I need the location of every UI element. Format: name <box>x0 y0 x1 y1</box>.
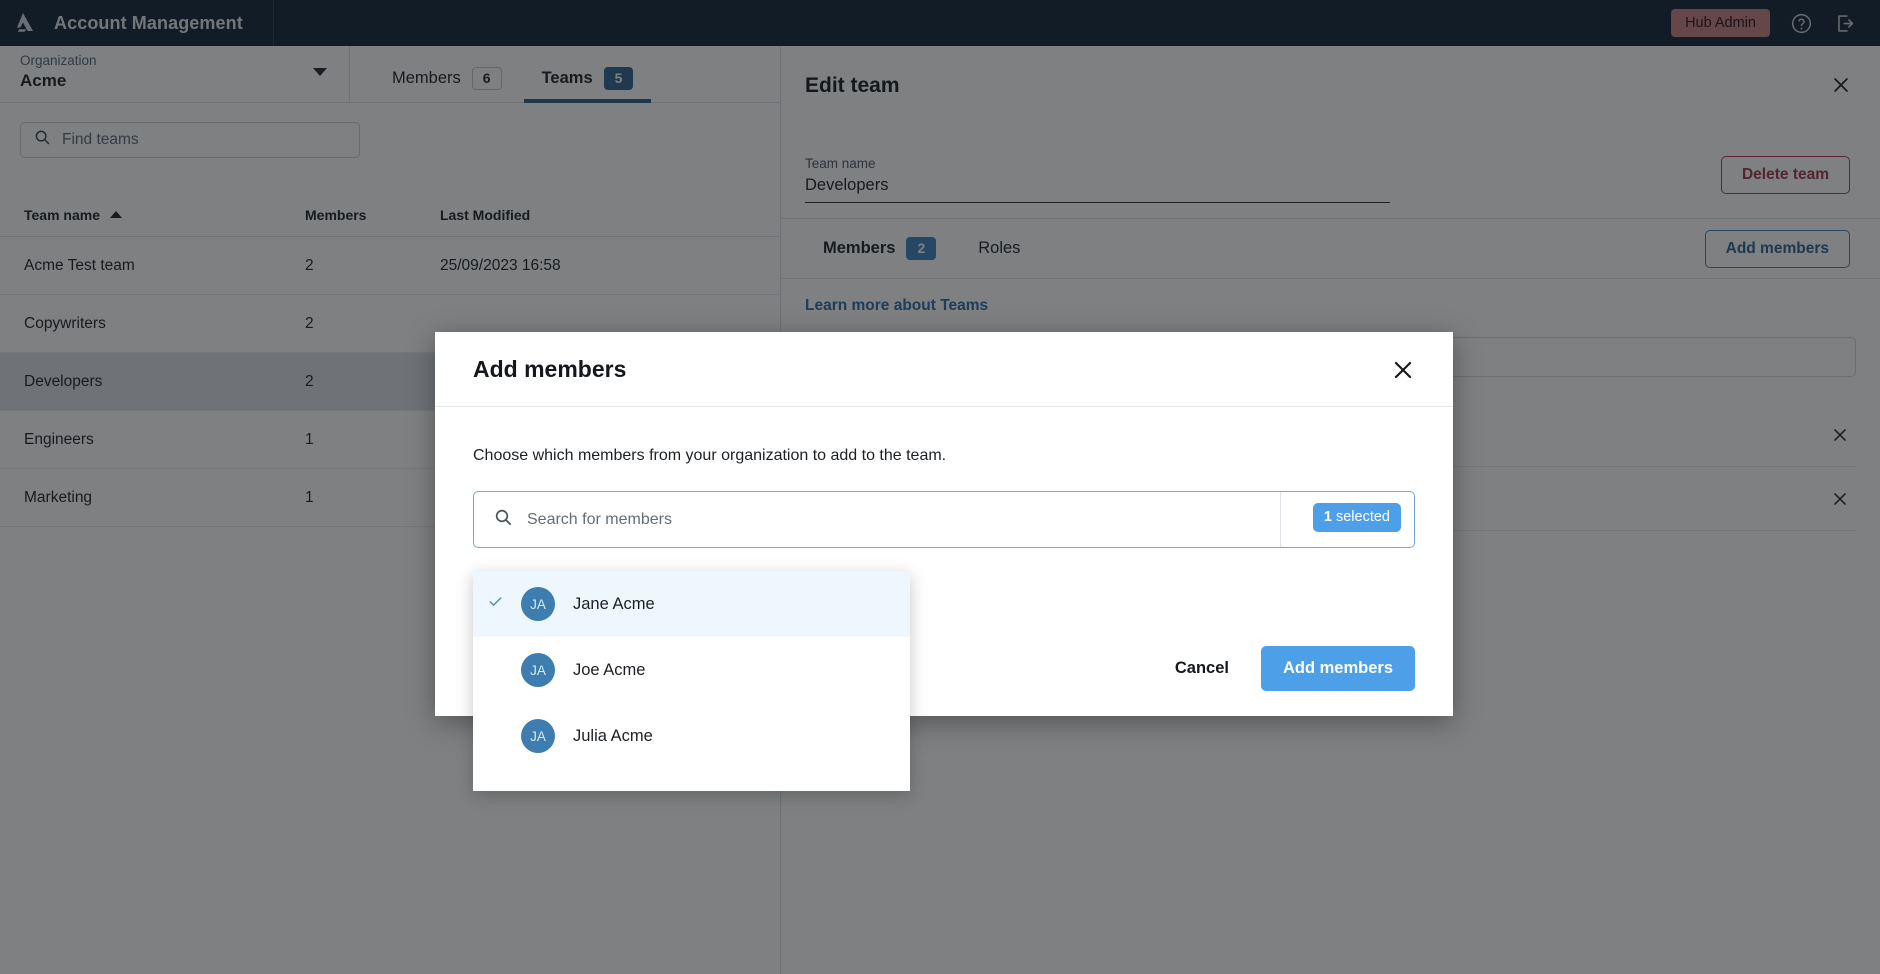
close-icon[interactable] <box>1389 356 1417 384</box>
add-members-submit-button[interactable]: Add members <box>1260 645 1415 691</box>
selected-count-suffix: selected <box>1335 509 1390 525</box>
list-item[interactable]: JA Joe Acme <box>473 637 910 703</box>
member-suggestions-dropdown: JA Jane Acme JA Joe Acme JA Julia Acme <box>473 571 910 791</box>
avatar: JA <box>521 653 555 687</box>
modal-title: Add members <box>473 355 627 382</box>
avatar: JA <box>521 719 555 753</box>
member-name: Julia Acme <box>573 726 653 745</box>
member-name: Joe Acme <box>573 660 646 679</box>
selected-count-badge[interactable]: 1 selected <box>1312 503 1401 532</box>
avatar: JA <box>521 587 555 621</box>
check-icon <box>487 593 515 615</box>
list-item[interactable]: JA Julia Acme <box>473 703 910 769</box>
cancel-button[interactable]: Cancel <box>1175 659 1229 678</box>
modal-description: Choose which members from your organizat… <box>473 447 947 464</box>
selected-count-number: 1 <box>1323 509 1332 525</box>
member-search-placeholder: Search for members <box>527 510 672 528</box>
modal-header: Add members <box>435 332 1453 407</box>
app-root: Account Management Hub Admin Organiza <box>0 0 1880 974</box>
member-name: Jane Acme <box>573 594 655 613</box>
search-divider <box>1280 492 1281 547</box>
list-item[interactable]: JA Jane Acme <box>473 571 910 637</box>
search-icon <box>494 508 513 532</box>
member-search-input[interactable]: Search for members 1 selected <box>473 491 1415 548</box>
